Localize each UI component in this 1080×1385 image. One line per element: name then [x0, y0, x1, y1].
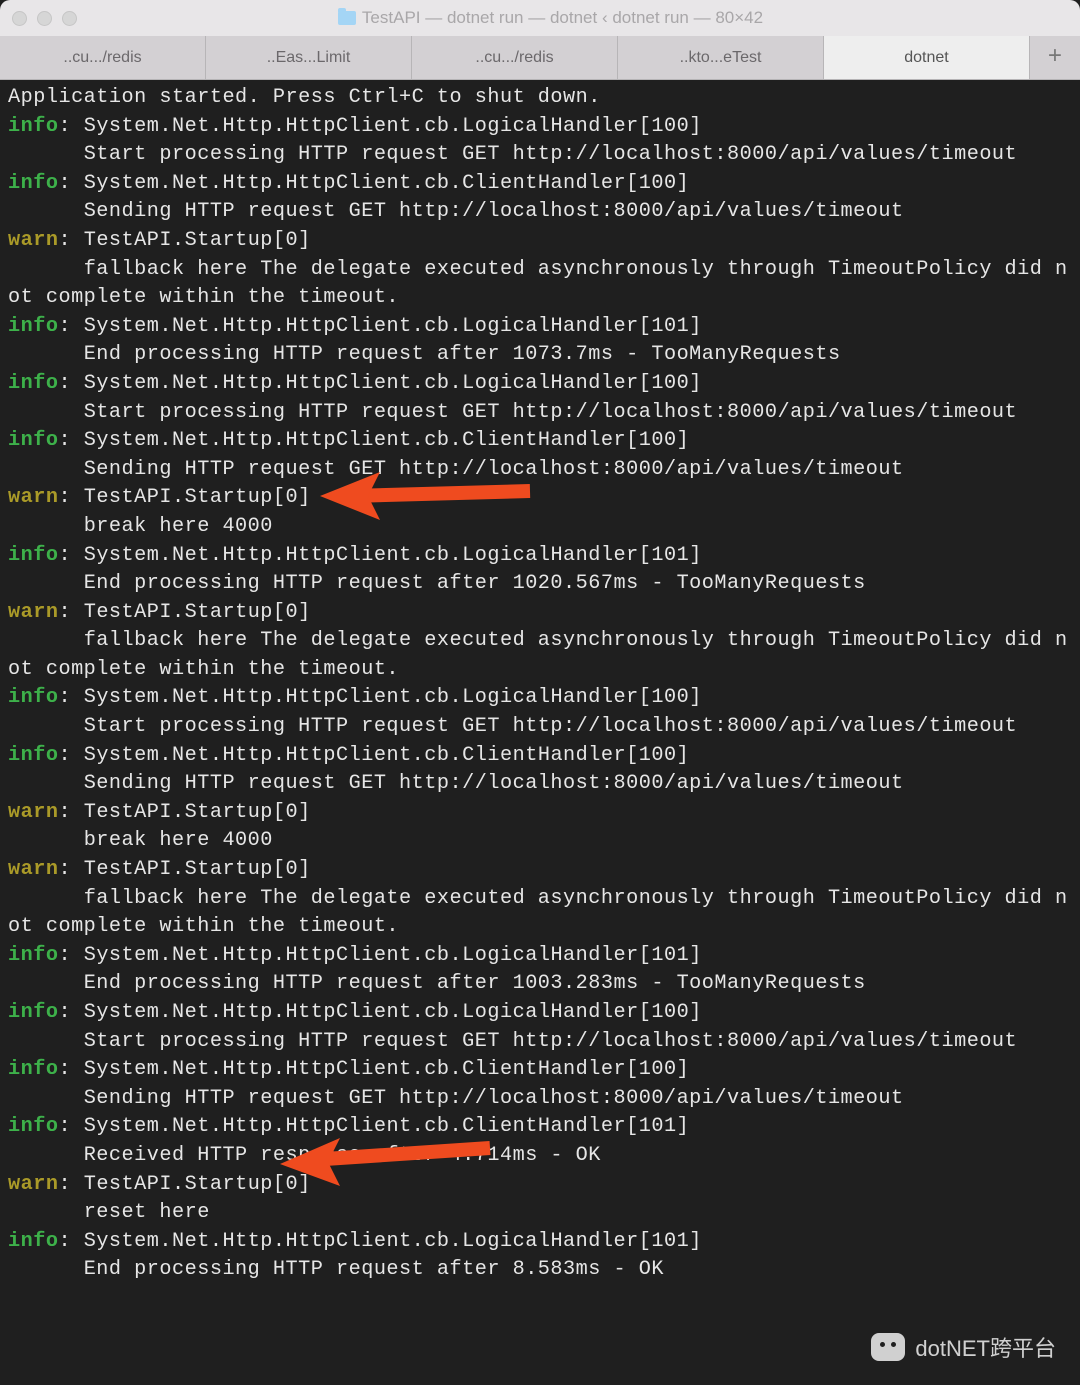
- log-message: fallback here The delegate executed asyn…: [8, 627, 1072, 684]
- log-source: System.Net.Http.HttpClient.cb.ClientHand…: [84, 1058, 690, 1081]
- log-source: TestAPI.Startup[0]: [84, 858, 311, 881]
- log-line: warn: TestAPI.Startup[0]: [8, 1171, 1072, 1200]
- title-label: TestAPI — dotnet run — dotnet ‹ dotnet r…: [362, 8, 763, 28]
- log-message: Sending HTTP request GET http://localhos…: [8, 198, 1072, 227]
- log-message: End processing HTTP request after 1020.5…: [8, 570, 1072, 599]
- log-source: System.Net.Http.HttpClient.cb.LogicalHan…: [84, 544, 702, 567]
- log-message: End processing HTTP request after 1003.2…: [8, 970, 1072, 999]
- log-source: System.Net.Http.HttpClient.cb.LogicalHan…: [84, 372, 702, 395]
- wechat-icon: [871, 1333, 905, 1361]
- log-level: info: [8, 172, 58, 195]
- window-titlebar: TestAPI — dotnet run — dotnet ‹ dotnet r…: [0, 0, 1080, 36]
- log-message: break here 4000: [8, 827, 1072, 856]
- log-level: warn: [8, 486, 58, 509]
- log-message: Sending HTTP request GET http://localhos…: [8, 456, 1072, 485]
- log-line: info: System.Net.Http.HttpClient.cb.Logi…: [8, 542, 1072, 571]
- tab-label: ..Eas...Limit: [267, 49, 351, 67]
- log-level: info: [8, 944, 58, 967]
- terminal-output[interactable]: Application started. Press Ctrl+C to shu…: [0, 80, 1080, 1293]
- log-line: warn: TestAPI.Startup[0]: [8, 484, 1072, 513]
- log-level: info: [8, 686, 58, 709]
- log-source: TestAPI.Startup[0]: [84, 1173, 311, 1196]
- log-line: info: System.Net.Http.HttpClient.cb.Logi…: [8, 370, 1072, 399]
- tab-label: ..cu.../redis: [63, 49, 141, 67]
- log-level: info: [8, 544, 58, 567]
- log-line: info: System.Net.Http.HttpClient.cb.Clie…: [8, 742, 1072, 771]
- log-message: Start processing HTTP request GET http:/…: [8, 141, 1072, 170]
- log-source: TestAPI.Startup[0]: [84, 229, 311, 252]
- tab-eas-limit[interactable]: ..Eas...Limit: [206, 36, 412, 79]
- log-source: TestAPI.Startup[0]: [84, 801, 311, 824]
- window-title: TestAPI — dotnet run — dotnet ‹ dotnet r…: [33, 8, 1068, 28]
- tab-label: ..kto...eTest: [680, 49, 762, 67]
- tab-label: ..cu.../redis: [475, 49, 553, 67]
- log-level: info: [8, 744, 58, 767]
- watermark: dotNET跨平台: [871, 1331, 1056, 1363]
- log-level: warn: [8, 858, 58, 881]
- log-line: info: System.Net.Http.HttpClient.cb.Logi…: [8, 313, 1072, 342]
- log-line: warn: TestAPI.Startup[0]: [8, 599, 1072, 628]
- log-line: info: System.Net.Http.HttpClient.cb.Clie…: [8, 427, 1072, 456]
- log-message: Sending HTTP request GET http://localhos…: [8, 770, 1072, 799]
- log-line: Application started. Press Ctrl+C to shu…: [8, 84, 1072, 113]
- log-level: info: [8, 1001, 58, 1024]
- log-line: warn: TestAPI.Startup[0]: [8, 227, 1072, 256]
- log-source: System.Net.Http.HttpClient.cb.ClientHand…: [84, 1115, 690, 1138]
- log-line: info: System.Net.Http.HttpClient.cb.Clie…: [8, 1056, 1072, 1085]
- log-source: System.Net.Http.HttpClient.cb.LogicalHan…: [84, 944, 702, 967]
- tab-label: dotnet: [904, 49, 948, 67]
- folder-icon: [338, 11, 356, 25]
- log-line: warn: TestAPI.Startup[0]: [8, 856, 1072, 885]
- tab-redis-1[interactable]: ..cu.../redis: [0, 36, 206, 79]
- log-message: Start processing HTTP request GET http:/…: [8, 1028, 1072, 1057]
- log-source: TestAPI.Startup[0]: [84, 601, 311, 624]
- log-message: break here 4000: [8, 513, 1072, 542]
- log-source: TestAPI.Startup[0]: [84, 486, 311, 509]
- tab-kto-etest[interactable]: ..kto...eTest: [618, 36, 824, 79]
- new-tab-button[interactable]: +: [1030, 36, 1080, 79]
- log-level: warn: [8, 1173, 58, 1196]
- log-level: info: [8, 1115, 58, 1138]
- log-line: info: System.Net.Http.HttpClient.cb.Clie…: [8, 1113, 1072, 1142]
- log-level: warn: [8, 601, 58, 624]
- log-source: System.Net.Http.HttpClient.cb.LogicalHan…: [84, 686, 702, 709]
- log-message: Start processing HTTP request GET http:/…: [8, 399, 1072, 428]
- log-message: Received HTTP response after 4.714ms - O…: [8, 1142, 1072, 1171]
- log-line: info: System.Net.Http.HttpClient.cb.Clie…: [8, 170, 1072, 199]
- log-message: End processing HTTP request after 1073.7…: [8, 341, 1072, 370]
- tab-dotnet[interactable]: dotnet: [824, 36, 1030, 79]
- log-message: Start processing HTTP request GET http:/…: [8, 713, 1072, 742]
- log-message: End processing HTTP request after 8.583m…: [8, 1256, 1072, 1285]
- log-level: warn: [8, 229, 58, 252]
- log-line: warn: TestAPI.Startup[0]: [8, 799, 1072, 828]
- log-level: info: [8, 429, 58, 452]
- log-level: info: [8, 315, 58, 338]
- log-level: info: [8, 1230, 58, 1253]
- log-source: System.Net.Http.HttpClient.cb.ClientHand…: [84, 172, 690, 195]
- close-icon[interactable]: [12, 11, 27, 26]
- log-line: info: System.Net.Http.HttpClient.cb.Logi…: [8, 684, 1072, 713]
- log-message: Sending HTTP request GET http://localhos…: [8, 1085, 1072, 1114]
- log-source: System.Net.Http.HttpClient.cb.ClientHand…: [84, 744, 690, 767]
- log-source: System.Net.Http.HttpClient.cb.LogicalHan…: [84, 315, 702, 338]
- log-source: System.Net.Http.HttpClient.cb.LogicalHan…: [84, 1230, 702, 1253]
- log-source: System.Net.Http.HttpClient.cb.ClientHand…: [84, 429, 690, 452]
- log-message: fallback here The delegate executed asyn…: [8, 256, 1072, 313]
- log-source: System.Net.Http.HttpClient.cb.LogicalHan…: [84, 115, 702, 138]
- log-level: warn: [8, 801, 58, 824]
- log-level: info: [8, 115, 58, 138]
- log-source: System.Net.Http.HttpClient.cb.LogicalHan…: [84, 1001, 702, 1024]
- log-line: info: System.Net.Http.HttpClient.cb.Logi…: [8, 113, 1072, 142]
- tab-redis-2[interactable]: ..cu.../redis: [412, 36, 618, 79]
- log-level: info: [8, 1058, 58, 1081]
- log-level: info: [8, 372, 58, 395]
- log-message: reset here: [8, 1199, 1072, 1228]
- watermark-text: dotNET跨平台: [915, 1331, 1056, 1363]
- log-line: info: System.Net.Http.HttpClient.cb.Logi…: [8, 1228, 1072, 1257]
- log-line: info: System.Net.Http.HttpClient.cb.Logi…: [8, 942, 1072, 971]
- tab-bar: ..cu.../redis ..Eas...Limit ..cu.../redi…: [0, 36, 1080, 80]
- log-message: fallback here The delegate executed asyn…: [8, 885, 1072, 942]
- log-line: info: System.Net.Http.HttpClient.cb.Logi…: [8, 999, 1072, 1028]
